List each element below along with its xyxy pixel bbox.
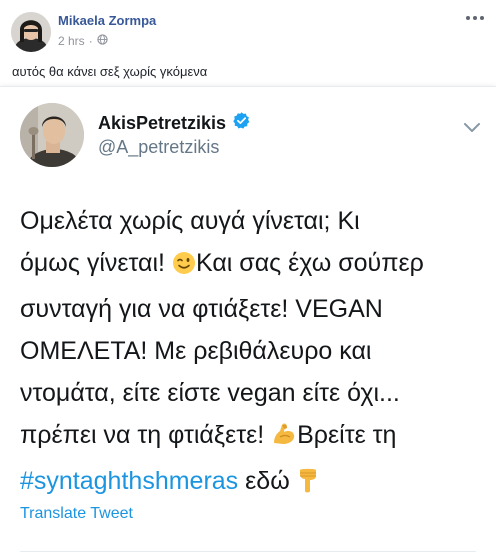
tweet-line: πρέπει να τη φτιάξετε! Βρείτε τη xyxy=(20,414,490,460)
hashtag-link[interactable]: #syntaghthshmeras xyxy=(20,467,238,495)
post-meta: 2 hrs · xyxy=(58,34,108,48)
tweet-line: συνταγή για να φτιάξετε! VEGAN xyxy=(20,295,383,323)
verified-badge-icon xyxy=(232,111,251,135)
post-caption: αυτός θα κάνει σεξ χωρίς γκόμενα xyxy=(12,64,208,79)
display-name-text: AkisPetretzikis xyxy=(98,112,227,133)
author-name[interactable]: Mikaela Zormpa xyxy=(58,13,156,28)
tweet-line: Ομελέτα χωρίς αυγά γίνεται; Κι xyxy=(20,207,360,235)
divider xyxy=(20,551,476,552)
tweet-line: όμως γίνεται! Και σας έχω σούπερ xyxy=(20,242,490,288)
chevron-down-icon[interactable] xyxy=(462,121,482,135)
backhand-index-pointing-down-emoji xyxy=(297,464,319,506)
translate-tweet-link[interactable]: Translate Tweet xyxy=(20,505,133,523)
post-time[interactable]: 2 hrs xyxy=(58,34,85,48)
tweet-text: Ομελέτα χωρίς αυγά γίνεται; Κι όμως γίνε… xyxy=(20,200,490,506)
meta-separator: · xyxy=(88,34,93,48)
tweet-display-name[interactable]: AkisPetretzikis xyxy=(98,111,251,135)
facebook-post: Mikaela Zormpa 2 hrs · αυτός θα κάνει σε… xyxy=(0,0,496,556)
tweet-line-text: όμως γίνεται! xyxy=(20,249,172,277)
tweet-line: ΟΜΕΛΕΤΑ! Με ρεβιθάλευρο και xyxy=(20,337,372,365)
tweet-line-text: Και σας έχω σούπερ xyxy=(195,249,424,277)
tweet-line-text: εδώ xyxy=(238,467,297,495)
winking-face-emoji xyxy=(172,246,196,288)
tweet-line-text: Βρείτε τη xyxy=(297,421,397,449)
tweet-author-avatar[interactable] xyxy=(20,103,84,167)
ellipsis-icon[interactable] xyxy=(464,10,486,26)
flexed-biceps-emoji xyxy=(271,418,297,460)
tweet-handle[interactable]: @A_petretzikis xyxy=(98,137,219,158)
tweet-line: #syntaghthshmeras εδώ xyxy=(20,460,490,506)
author-avatar[interactable] xyxy=(11,12,51,52)
tweet-line-text: πρέπει να τη φτιάξετε! xyxy=(20,421,272,449)
tweet-line: ντομάτα, είτε είστε vegan είτε όχι... xyxy=(20,379,400,407)
globe-icon[interactable] xyxy=(97,34,108,48)
embedded-tweet[interactable]: AkisPetretzikis @A_petretzikis Ομελέτα χ… xyxy=(0,86,496,556)
